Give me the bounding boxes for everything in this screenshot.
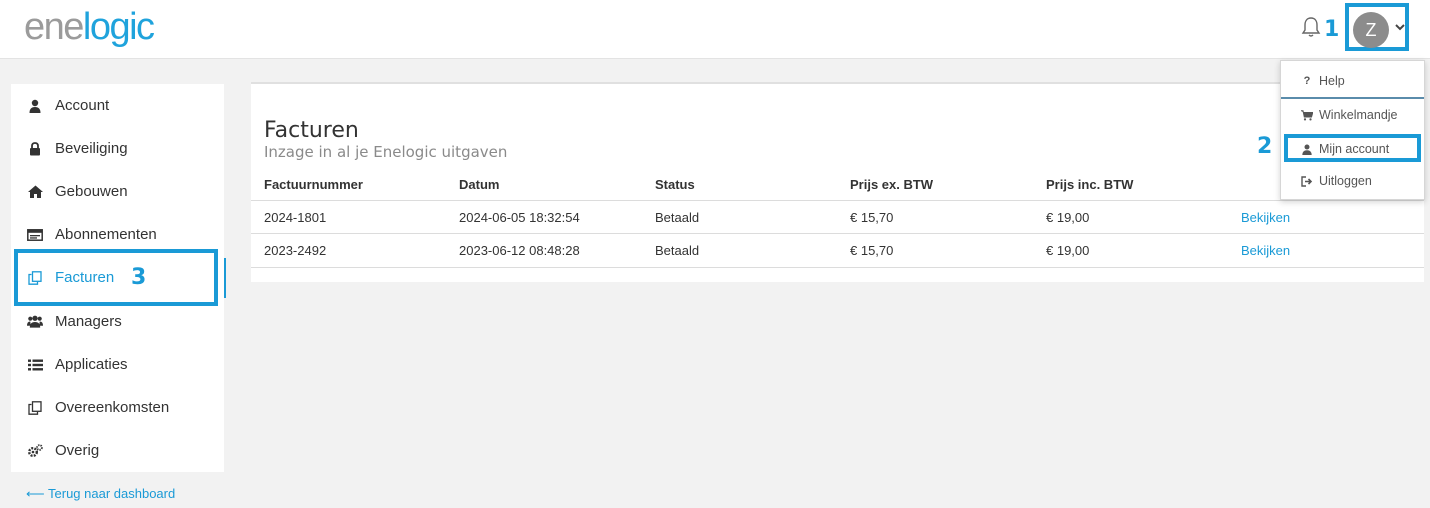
sidebar-item-label: Abonnementen xyxy=(55,226,157,243)
sidebar-item-overeenkomsten[interactable]: Overeenkomsten xyxy=(11,386,224,429)
menu-item-uitloggen[interactable]: Uitloggen xyxy=(1281,165,1424,197)
invoice-price-inc: € 19,00 xyxy=(1046,243,1090,258)
column-header-price-ex[interactable]: Prijs ex. BTW xyxy=(850,177,933,192)
sidebar-item-managers[interactable]: Managers xyxy=(11,300,224,343)
column-header-price-inc[interactable]: Prijs inc. BTW xyxy=(1046,177,1133,192)
column-header-number[interactable]: Factuurnummer xyxy=(264,177,363,192)
menu-item-label: Uitloggen xyxy=(1319,174,1372,188)
view-invoice-link[interactable]: Bekijken xyxy=(1241,210,1290,225)
column-header-date[interactable]: Datum xyxy=(459,177,499,192)
sidebar-item-label: Gebouwen xyxy=(55,183,128,200)
column-header-status[interactable]: Status xyxy=(655,177,695,192)
logout-icon xyxy=(1301,175,1313,187)
page-subtitle: Inzage in al je Enelogic uitgaven xyxy=(264,143,508,161)
annotation-box-facturen xyxy=(14,249,218,306)
menu-item-label: Winkelmandje xyxy=(1319,108,1398,122)
menu-item-help[interactable]: ? Help xyxy=(1281,65,1424,97)
chevron-down-icon xyxy=(1395,24,1405,31)
sidebar-item-label: Beveiliging xyxy=(55,140,128,157)
top-header: enelogic 1 Z xyxy=(0,0,1430,59)
invoices-panel: Facturen Inzage in al je Enelogic uitgav… xyxy=(251,82,1424,282)
cogs-icon xyxy=(27,443,43,459)
sidebar-item-gebouwen[interactable]: Gebouwen xyxy=(11,170,224,213)
sidebar-item-overig[interactable]: Overig xyxy=(11,429,224,472)
invoice-date: 2024-06-05 18:32:54 xyxy=(459,210,580,225)
home-icon xyxy=(27,184,43,200)
annotation-number-2: 2 xyxy=(1257,134,1273,159)
avatar: Z xyxy=(1353,12,1389,48)
users-icon xyxy=(27,314,43,330)
page-title: Facturen xyxy=(264,118,359,143)
sidebar-item-label: Applicaties xyxy=(55,356,128,373)
invoice-number: 2024-1801 xyxy=(264,210,327,225)
invoice-number: 2023-2492 xyxy=(264,243,327,258)
annotation-number-1: 1 xyxy=(1324,17,1340,42)
bell-icon[interactable] xyxy=(1301,16,1321,38)
user-icon xyxy=(27,98,43,114)
user-menu-toggle[interactable]: Z xyxy=(1345,3,1409,51)
back-to-dashboard-link[interactable]: ⟵ Terug naar dashboard xyxy=(26,486,175,502)
menu-item-winkelmandje[interactable]: Winkelmandje xyxy=(1281,99,1424,131)
annotation-box-mijn-account xyxy=(1284,134,1421,162)
sidebar-item-beveiliging[interactable]: Beveiliging xyxy=(11,127,224,170)
view-invoice-link[interactable]: Bekijken xyxy=(1241,243,1290,258)
question-icon: ? xyxy=(1303,75,1311,87)
invoice-status: Betaald xyxy=(655,243,700,258)
list-icon xyxy=(27,357,43,373)
lock-icon xyxy=(27,141,43,157)
sidebar-item-label: Overig xyxy=(55,442,100,459)
logo-part-logic: logic xyxy=(82,6,155,48)
user-dropdown-menu: ? Help Winkelmandje Mijn account Uitlogg… xyxy=(1280,60,1425,200)
sidebar-item-applicaties[interactable]: Applicaties xyxy=(11,343,224,386)
copy-icon xyxy=(27,400,43,416)
invoice-price-ex: € 15,70 xyxy=(850,243,894,258)
invoice-price-inc: € 19,00 xyxy=(1046,210,1090,225)
invoice-status: Betaald xyxy=(655,210,700,225)
invoice-date: 2023-06-12 08:48:28 xyxy=(459,243,580,258)
sidebar-item-label: Account xyxy=(55,97,110,114)
logo-part-ene: ene xyxy=(24,6,84,48)
sidebar-item-label: Managers xyxy=(55,313,122,330)
cart-icon xyxy=(1301,109,1313,121)
annotation-number-3: 3 xyxy=(131,265,147,290)
menu-item-label: Help xyxy=(1319,74,1345,88)
sidebar-item-account[interactable]: Account xyxy=(11,84,224,127)
table-row: 2024-1801 2024-06-05 18:32:54 Betaald € … xyxy=(251,200,1424,234)
card-icon xyxy=(27,227,43,243)
table-row: 2023-2492 2023-06-12 08:48:28 Betaald € … xyxy=(251,233,1424,268)
sidebar-item-label: Overeenkomsten xyxy=(55,399,170,416)
invoice-price-ex: € 15,70 xyxy=(850,210,894,225)
enelogic-logo[interactable]: enelogic xyxy=(24,6,155,49)
